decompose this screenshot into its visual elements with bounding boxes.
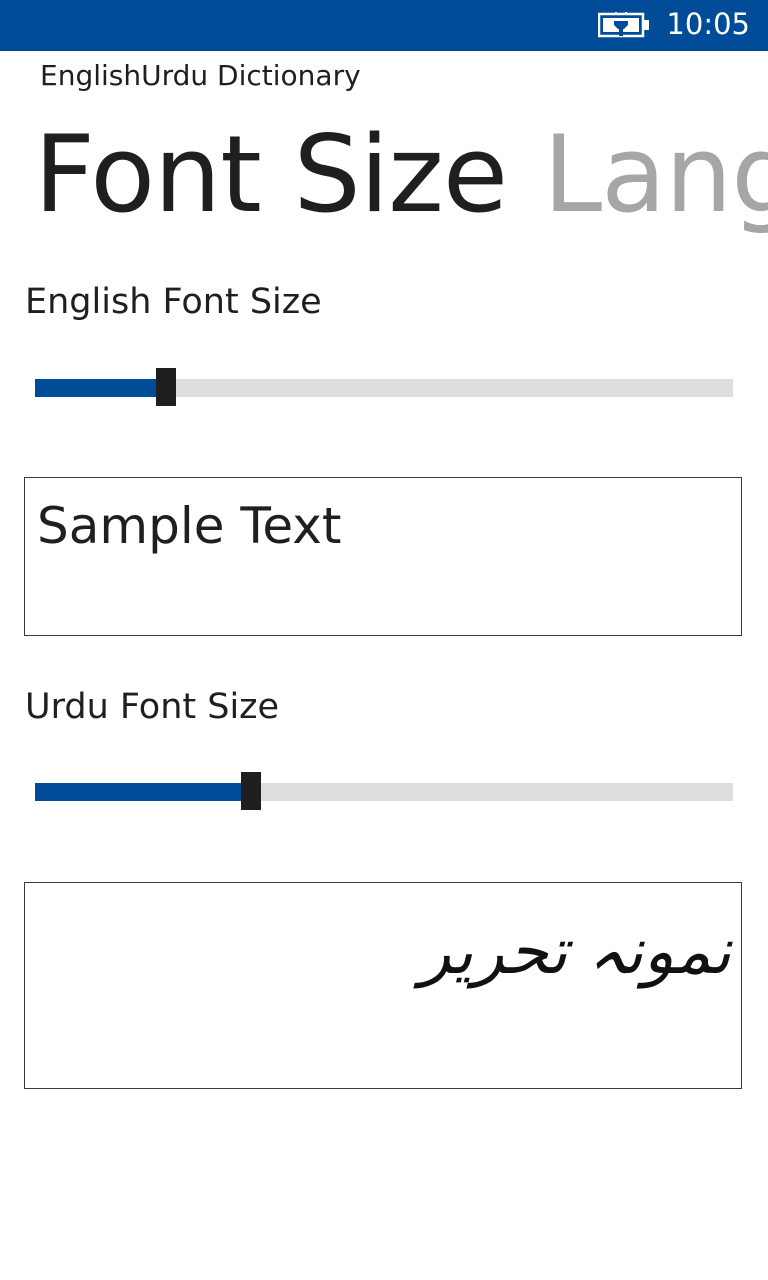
- slider-thumb[interactable]: [241, 772, 261, 810]
- slider-fill: [35, 379, 166, 397]
- urdu-font-size-label: Urdu Font Size: [25, 687, 280, 727]
- urdu-font-size-slider[interactable]: [35, 772, 733, 812]
- slider-thumb[interactable]: [156, 368, 176, 406]
- english-sample-text: Sample Text: [37, 497, 342, 555]
- pivot-tab-language[interactable]: Language: [543, 110, 768, 240]
- english-font-size-slider[interactable]: [35, 368, 733, 408]
- status-clock: 10:05: [666, 7, 750, 41]
- english-font-size-label: English Font Size: [25, 282, 322, 322]
- pivot-tab-font-size[interactable]: Font Size: [34, 110, 508, 240]
- battery-charging-icon: [598, 12, 649, 38]
- urdu-sample-box: نمونہ تحریر: [24, 882, 742, 1089]
- urdu-sample-text: نمونہ تحریر: [419, 915, 731, 989]
- pivot-header: Font Size Language: [34, 110, 768, 250]
- status-bar: 10:05: [0, 0, 768, 51]
- english-sample-box: Sample Text: [24, 477, 742, 636]
- app-title: EnglishUrdu Dictionary: [40, 59, 361, 92]
- slider-fill: [35, 783, 251, 801]
